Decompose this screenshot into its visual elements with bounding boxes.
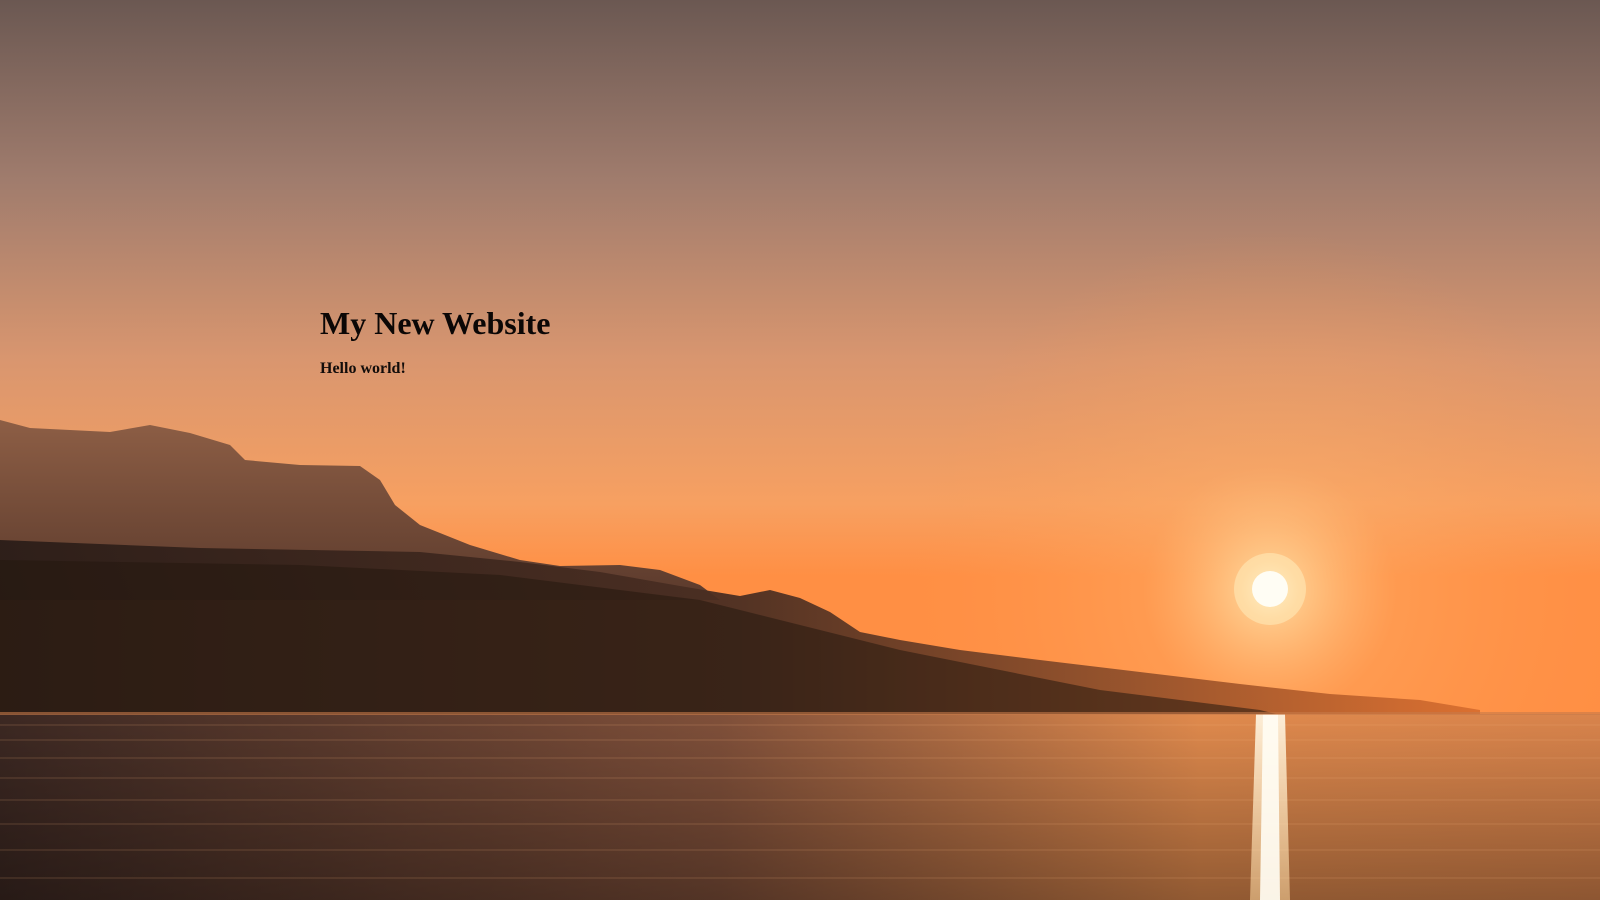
- background-image: [0, 0, 1600, 900]
- page-title: My New Website: [320, 305, 551, 341]
- hero-content: My New Website Hello world!: [320, 304, 920, 378]
- page-subtitle: Hello world!: [320, 360, 406, 378]
